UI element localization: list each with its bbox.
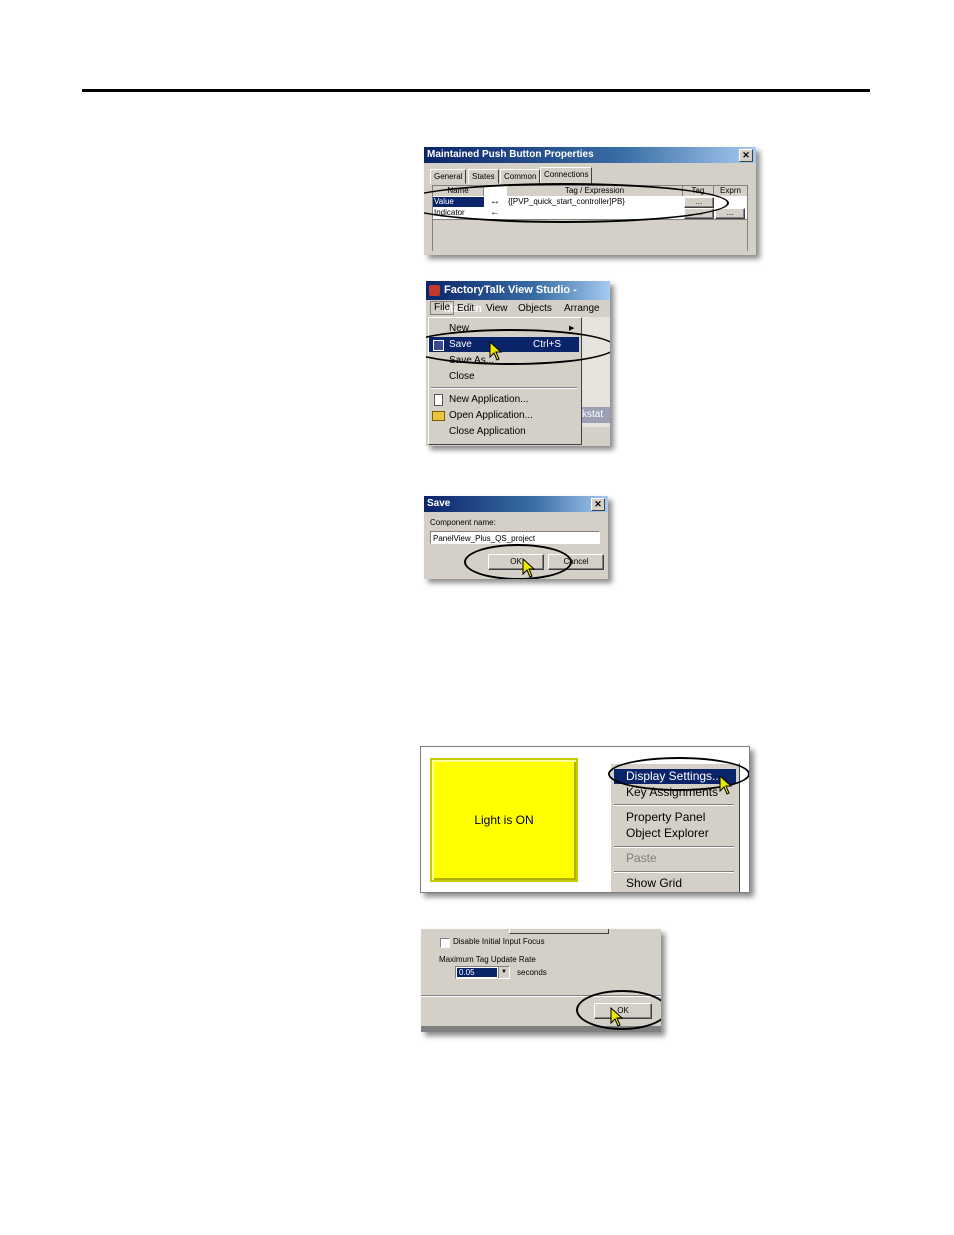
menu-item-object-explorer[interactable]: Object Explorer: [614, 826, 736, 841]
tab-common[interactable]: Common: [500, 169, 541, 184]
mouse-cursor-icon: [489, 341, 503, 361]
menu-view[interactable]: View: [486, 301, 508, 316]
connections-grid: Name Tag / Expression Tag Exprn Value ↔ …: [432, 185, 748, 251]
update-rate-label: Maximum Tag Update Rate: [439, 955, 536, 964]
row-indicator-tag-browse-button[interactable]: ...: [684, 208, 714, 219]
menu-separator: [614, 846, 734, 848]
header-rule: [82, 89, 870, 92]
seconds-label: seconds: [517, 968, 547, 977]
dialog-title: Save: [424, 496, 608, 512]
file-menu-screenshot: FactoryTalk View Studio - Machin File Ed…: [426, 281, 610, 446]
col-tag: Tag: [683, 186, 714, 196]
col-exprn: Exprn: [714, 186, 747, 196]
col-name: Name: [433, 186, 484, 196]
chevron-down-icon[interactable]: ▼: [498, 967, 509, 978]
menu-bar: File Edit View Objects Arrange: [426, 301, 610, 316]
window-bottom-strip: [421, 1026, 661, 1032]
disable-focus-checkbox[interactable]: [440, 938, 450, 948]
component-name-label: Component name:: [430, 518, 496, 527]
light-indicator[interactable]: Light is ON: [430, 758, 578, 882]
menu-item-property-panel[interactable]: Property Panel: [614, 810, 736, 825]
light-caption: Light is ON: [474, 813, 534, 827]
tab-edge: [509, 929, 609, 934]
tab-strip: General States Common Connections: [430, 167, 750, 184]
file-dropdown: New ▶ Save Ctrl+S Save As... Close New A…: [428, 317, 582, 445]
tab-states[interactable]: States: [468, 169, 499, 184]
tab-connections[interactable]: Connections: [540, 167, 593, 184]
app-title-bar: FactoryTalk View Studio - Machin: [426, 281, 610, 315]
menu-item-save[interactable]: Save Ctrl+S: [429, 337, 579, 352]
display-context-screenshot: Light is ON Display Settings... Key Assi…: [420, 746, 750, 893]
col-tag-expression: Tag / Expression: [507, 186, 683, 196]
row-value-tag[interactable]: {[PVP_quick_start_controller]PB}: [508, 197, 680, 207]
update-rate-select[interactable]: 0.05 ▼: [455, 966, 510, 979]
menu-item-new-application[interactable]: New Application...: [429, 392, 579, 407]
submenu-arrow-icon: ▶: [569, 325, 575, 332]
disable-focus-label: Disable Initial Input Focus: [453, 937, 545, 946]
menu-item-close[interactable]: Close: [429, 369, 579, 384]
menu-separator: [614, 871, 734, 873]
menu-objects[interactable]: Objects: [518, 301, 552, 316]
menu-item-close-application[interactable]: Close Application: [429, 424, 579, 439]
display-settings-screenshot: Disable Initial Input Focus Maximum Tag …: [421, 929, 661, 1032]
row-value-arrow: ↔: [490, 197, 500, 207]
panel-divider: [421, 995, 661, 997]
save-dialog: Save ✕ Component name: PanelView_Plus_QS…: [424, 496, 608, 579]
tab-general[interactable]: General: [430, 169, 467, 184]
menu-separator: [431, 387, 577, 389]
close-icon[interactable]: ✕: [591, 498, 605, 511]
push-button-properties-dialog: Maintained Push Button Properties ✕ Gene…: [424, 147, 756, 255]
menu-file[interactable]: File: [430, 301, 455, 315]
dialog-title: Maintained Push Button Properties: [424, 147, 756, 163]
menu-item-new[interactable]: New ▶: [429, 321, 579, 336]
row-value-tag-browse-button[interactable]: ...: [684, 197, 714, 208]
menu-separator: [614, 804, 734, 806]
open-folder-icon: [432, 411, 445, 421]
menu-item-display-settings[interactable]: Display Settings...: [614, 769, 736, 784]
row-indicator-arrow: ←: [490, 208, 500, 218]
mouse-cursor-icon: [610, 1007, 624, 1027]
menu-edit[interactable]: Edit: [457, 301, 474, 316]
floppy-disk-icon: [433, 340, 444, 351]
menu-item-save-as[interactable]: Save As...: [429, 353, 579, 368]
menu-arrange[interactable]: Arrange: [564, 301, 600, 316]
row-indicator-exprn-browse-button[interactable]: ...: [715, 208, 745, 219]
menu-item-paste: Paste: [626, 851, 657, 865]
grid-empty-area: [433, 219, 747, 251]
cancel-button[interactable]: Cancel: [548, 554, 604, 570]
new-document-icon: [434, 394, 443, 406]
menu-item-key-assignments[interactable]: Key Assignments: [614, 785, 736, 800]
row-indicator-name[interactable]: Indicator: [433, 208, 484, 218]
menu-item-show-grid[interactable]: Show Grid: [614, 876, 736, 891]
background-partial-title: kstat: [582, 407, 610, 423]
mouse-cursor-icon: [719, 775, 733, 795]
app-icon: [429, 285, 440, 296]
row-value-name[interactable]: Value: [433, 197, 484, 207]
mouse-cursor-icon: [522, 558, 536, 578]
component-name-input[interactable]: PanelView_Plus_QS_project: [430, 531, 600, 544]
close-icon[interactable]: ✕: [739, 149, 753, 162]
menu-item-open-application[interactable]: Open Application...: [429, 408, 579, 423]
update-rate-value: 0.05: [457, 968, 497, 977]
